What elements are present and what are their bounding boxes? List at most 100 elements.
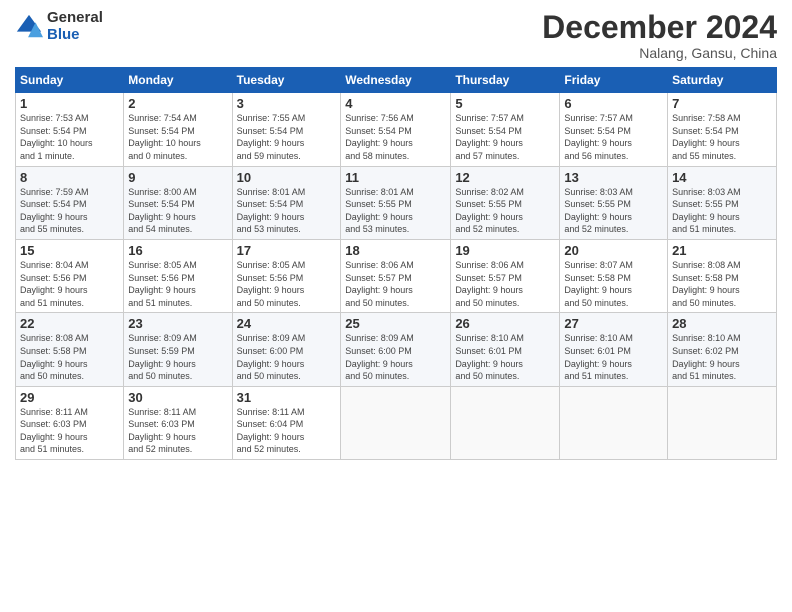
day-info: Sunrise: 8:05 AM Sunset: 5:56 PM Dayligh…: [237, 259, 337, 309]
day-info: Sunrise: 8:08 AM Sunset: 5:58 PM Dayligh…: [672, 259, 772, 309]
calendar-cell: 16Sunrise: 8:05 AM Sunset: 5:56 PM Dayli…: [124, 239, 232, 312]
calendar-cell: 9Sunrise: 8:00 AM Sunset: 5:54 PM Daylig…: [124, 166, 232, 239]
calendar-cell: 17Sunrise: 8:05 AM Sunset: 5:56 PM Dayli…: [232, 239, 341, 312]
day-number: 17: [237, 243, 337, 258]
logo-text: General Blue: [47, 10, 103, 43]
day-number: 27: [564, 316, 663, 331]
calendar-day-header: Monday: [124, 68, 232, 93]
day-number: 19: [455, 243, 555, 258]
calendar-cell: 19Sunrise: 8:06 AM Sunset: 5:57 PM Dayli…: [451, 239, 560, 312]
logo-icon: [15, 13, 43, 41]
day-info: Sunrise: 7:56 AM Sunset: 5:54 PM Dayligh…: [345, 112, 446, 162]
day-number: 24: [237, 316, 337, 331]
calendar-cell: 25Sunrise: 8:09 AM Sunset: 6:00 PM Dayli…: [341, 313, 451, 386]
day-info: Sunrise: 8:09 AM Sunset: 6:00 PM Dayligh…: [345, 332, 446, 382]
calendar-cell: 23Sunrise: 8:09 AM Sunset: 5:59 PM Dayli…: [124, 313, 232, 386]
calendar-cell: 8Sunrise: 7:59 AM Sunset: 5:54 PM Daylig…: [16, 166, 124, 239]
day-info: Sunrise: 8:04 AM Sunset: 5:56 PM Dayligh…: [20, 259, 119, 309]
calendar-cell: 15Sunrise: 8:04 AM Sunset: 5:56 PM Dayli…: [16, 239, 124, 312]
day-info: Sunrise: 8:03 AM Sunset: 5:55 PM Dayligh…: [672, 186, 772, 236]
day-number: 11: [345, 170, 446, 185]
calendar-cell: [560, 386, 668, 459]
calendar-week-row: 15Sunrise: 8:04 AM Sunset: 5:56 PM Dayli…: [16, 239, 777, 312]
calendar-cell: 4Sunrise: 7:56 AM Sunset: 5:54 PM Daylig…: [341, 93, 451, 166]
day-info: Sunrise: 7:57 AM Sunset: 5:54 PM Dayligh…: [455, 112, 555, 162]
day-info: Sunrise: 8:11 AM Sunset: 6:03 PM Dayligh…: [20, 406, 119, 456]
page-container: General Blue December 2024 Nalang, Gansu…: [0, 0, 792, 470]
day-info: Sunrise: 8:09 AM Sunset: 5:59 PM Dayligh…: [128, 332, 227, 382]
calendar-cell: 12Sunrise: 8:02 AM Sunset: 5:55 PM Dayli…: [451, 166, 560, 239]
calendar-week-row: 29Sunrise: 8:11 AM Sunset: 6:03 PM Dayli…: [16, 386, 777, 459]
calendar-cell: [451, 386, 560, 459]
day-info: Sunrise: 8:01 AM Sunset: 5:54 PM Dayligh…: [237, 186, 337, 236]
calendar-day-header: Sunday: [16, 68, 124, 93]
day-number: 22: [20, 316, 119, 331]
day-number: 12: [455, 170, 555, 185]
day-info: Sunrise: 8:03 AM Sunset: 5:55 PM Dayligh…: [564, 186, 663, 236]
calendar-cell: 6Sunrise: 7:57 AM Sunset: 5:54 PM Daylig…: [560, 93, 668, 166]
day-number: 18: [345, 243, 446, 258]
calendar-cell: 27Sunrise: 8:10 AM Sunset: 6:01 PM Dayli…: [560, 313, 668, 386]
calendar-week-row: 22Sunrise: 8:08 AM Sunset: 5:58 PM Dayli…: [16, 313, 777, 386]
calendar-cell: 7Sunrise: 7:58 AM Sunset: 5:54 PM Daylig…: [668, 93, 777, 166]
day-info: Sunrise: 7:57 AM Sunset: 5:54 PM Dayligh…: [564, 112, 663, 162]
calendar-cell: 3Sunrise: 7:55 AM Sunset: 5:54 PM Daylig…: [232, 93, 341, 166]
calendar-cell: 30Sunrise: 8:11 AM Sunset: 6:03 PM Dayli…: [124, 386, 232, 459]
calendar-cell: 10Sunrise: 8:01 AM Sunset: 5:54 PM Dayli…: [232, 166, 341, 239]
day-number: 31: [237, 390, 337, 405]
day-number: 6: [564, 96, 663, 111]
month-title: December 2024: [542, 10, 777, 45]
day-number: 14: [672, 170, 772, 185]
day-info: Sunrise: 8:08 AM Sunset: 5:58 PM Dayligh…: [20, 332, 119, 382]
day-number: 5: [455, 96, 555, 111]
header: General Blue December 2024 Nalang, Gansu…: [15, 10, 777, 61]
logo-blue: Blue: [47, 27, 103, 44]
day-number: 13: [564, 170, 663, 185]
calendar-cell: 31Sunrise: 8:11 AM Sunset: 6:04 PM Dayli…: [232, 386, 341, 459]
day-info: Sunrise: 8:10 AM Sunset: 6:01 PM Dayligh…: [564, 332, 663, 382]
calendar-table: SundayMondayTuesdayWednesdayThursdayFrid…: [15, 67, 777, 460]
day-info: Sunrise: 8:06 AM Sunset: 5:57 PM Dayligh…: [345, 259, 446, 309]
calendar-cell: 22Sunrise: 8:08 AM Sunset: 5:58 PM Dayli…: [16, 313, 124, 386]
calendar-cell: 28Sunrise: 8:10 AM Sunset: 6:02 PM Dayli…: [668, 313, 777, 386]
calendar-week-row: 1Sunrise: 7:53 AM Sunset: 5:54 PM Daylig…: [16, 93, 777, 166]
calendar-cell: 11Sunrise: 8:01 AM Sunset: 5:55 PM Dayli…: [341, 166, 451, 239]
day-number: 2: [128, 96, 227, 111]
location-subtitle: Nalang, Gansu, China: [542, 45, 777, 61]
calendar-cell: 5Sunrise: 7:57 AM Sunset: 5:54 PM Daylig…: [451, 93, 560, 166]
day-number: 20: [564, 243, 663, 258]
calendar-cell: 13Sunrise: 8:03 AM Sunset: 5:55 PM Dayli…: [560, 166, 668, 239]
title-block: December 2024 Nalang, Gansu, China: [542, 10, 777, 61]
day-info: Sunrise: 8:11 AM Sunset: 6:04 PM Dayligh…: [237, 406, 337, 456]
day-info: Sunrise: 8:11 AM Sunset: 6:03 PM Dayligh…: [128, 406, 227, 456]
calendar-cell: 24Sunrise: 8:09 AM Sunset: 6:00 PM Dayli…: [232, 313, 341, 386]
day-number: 29: [20, 390, 119, 405]
day-number: 25: [345, 316, 446, 331]
day-number: 26: [455, 316, 555, 331]
calendar-cell: 21Sunrise: 8:08 AM Sunset: 5:58 PM Dayli…: [668, 239, 777, 312]
calendar-cell: 29Sunrise: 8:11 AM Sunset: 6:03 PM Dayli…: [16, 386, 124, 459]
logo: General Blue: [15, 10, 103, 43]
day-info: Sunrise: 8:10 AM Sunset: 6:02 PM Dayligh…: [672, 332, 772, 382]
day-number: 3: [237, 96, 337, 111]
calendar-cell: [341, 386, 451, 459]
calendar-week-row: 8Sunrise: 7:59 AM Sunset: 5:54 PM Daylig…: [16, 166, 777, 239]
day-number: 1: [20, 96, 119, 111]
day-info: Sunrise: 7:59 AM Sunset: 5:54 PM Dayligh…: [20, 186, 119, 236]
day-info: Sunrise: 8:06 AM Sunset: 5:57 PM Dayligh…: [455, 259, 555, 309]
day-info: Sunrise: 8:09 AM Sunset: 6:00 PM Dayligh…: [237, 332, 337, 382]
day-info: Sunrise: 8:00 AM Sunset: 5:54 PM Dayligh…: [128, 186, 227, 236]
calendar-header-row: SundayMondayTuesdayWednesdayThursdayFrid…: [16, 68, 777, 93]
day-number: 23: [128, 316, 227, 331]
day-info: Sunrise: 7:55 AM Sunset: 5:54 PM Dayligh…: [237, 112, 337, 162]
day-number: 30: [128, 390, 227, 405]
calendar-day-header: Tuesday: [232, 68, 341, 93]
day-info: Sunrise: 7:53 AM Sunset: 5:54 PM Dayligh…: [20, 112, 119, 162]
calendar-cell: 20Sunrise: 8:07 AM Sunset: 5:58 PM Dayli…: [560, 239, 668, 312]
calendar-cell: 1Sunrise: 7:53 AM Sunset: 5:54 PM Daylig…: [16, 93, 124, 166]
calendar-cell: 18Sunrise: 8:06 AM Sunset: 5:57 PM Dayli…: [341, 239, 451, 312]
day-info: Sunrise: 8:10 AM Sunset: 6:01 PM Dayligh…: [455, 332, 555, 382]
calendar-cell: 26Sunrise: 8:10 AM Sunset: 6:01 PM Dayli…: [451, 313, 560, 386]
calendar-day-header: Friday: [560, 68, 668, 93]
day-number: 7: [672, 96, 772, 111]
